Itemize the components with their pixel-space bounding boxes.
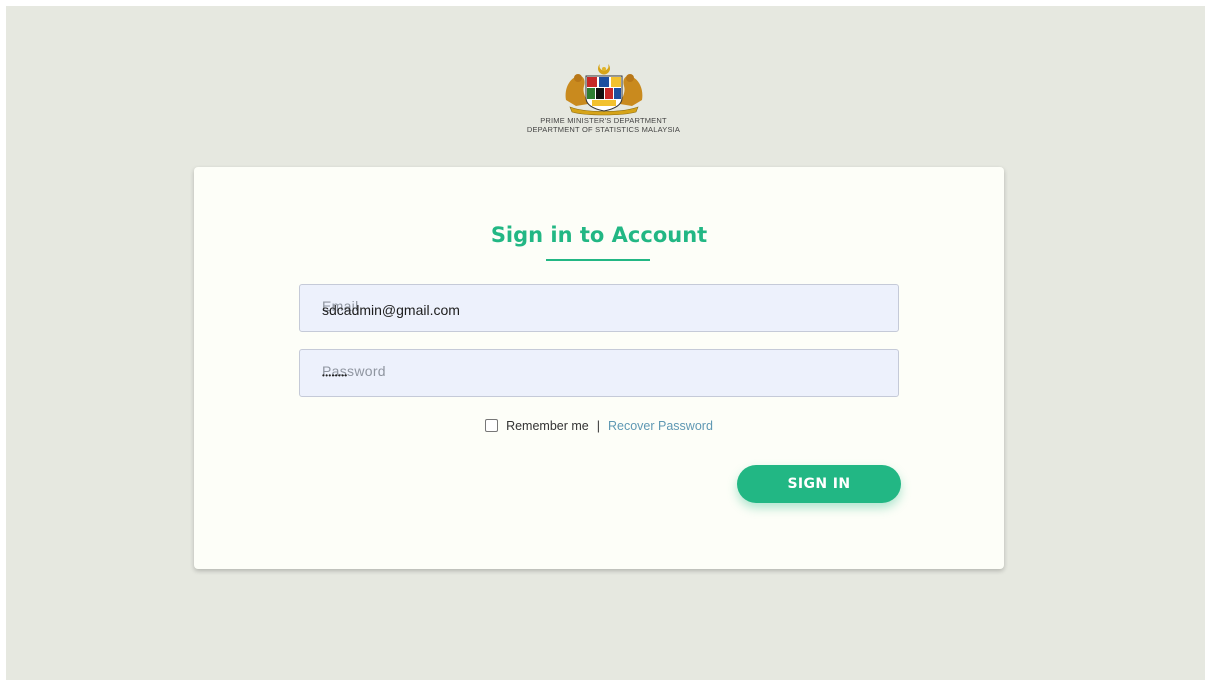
sign-in-button[interactable]: SIGN IN — [737, 465, 901, 503]
email-value: sdcadmin@gmail.com — [322, 302, 460, 318]
header-line-1: PRIME MINISTER'S DEPARTMENT — [540, 116, 667, 125]
form-options: Remember me | Recover Password — [194, 419, 1004, 433]
form-title: Sign in to Account — [490, 223, 708, 247]
coat-of-arms-icon — [565, 64, 642, 116]
email-field[interactable]: Email sdcadmin@gmail.com — [299, 284, 899, 332]
recover-password-link[interactable]: Recover Password — [608, 419, 713, 433]
title-underline — [546, 259, 650, 261]
login-card: Sign in to Account Email sdcadmin@gmail.… — [194, 167, 1004, 569]
checkbox-icon[interactable] — [485, 419, 499, 432]
password-masked-value: •••••••• — [322, 371, 348, 380]
remember-me-label[interactable]: Remember me — [506, 419, 589, 433]
page-header: PRIME MINISTER'S DEPARTMENT DEPARTMENT O… — [0, 60, 1207, 134]
password-field[interactable]: Password •••••••• — [299, 349, 899, 397]
header-line-2: DEPARTMENT OF STATISTICS MALAYSIA — [526, 125, 681, 134]
options-separator: | — [596, 419, 600, 433]
